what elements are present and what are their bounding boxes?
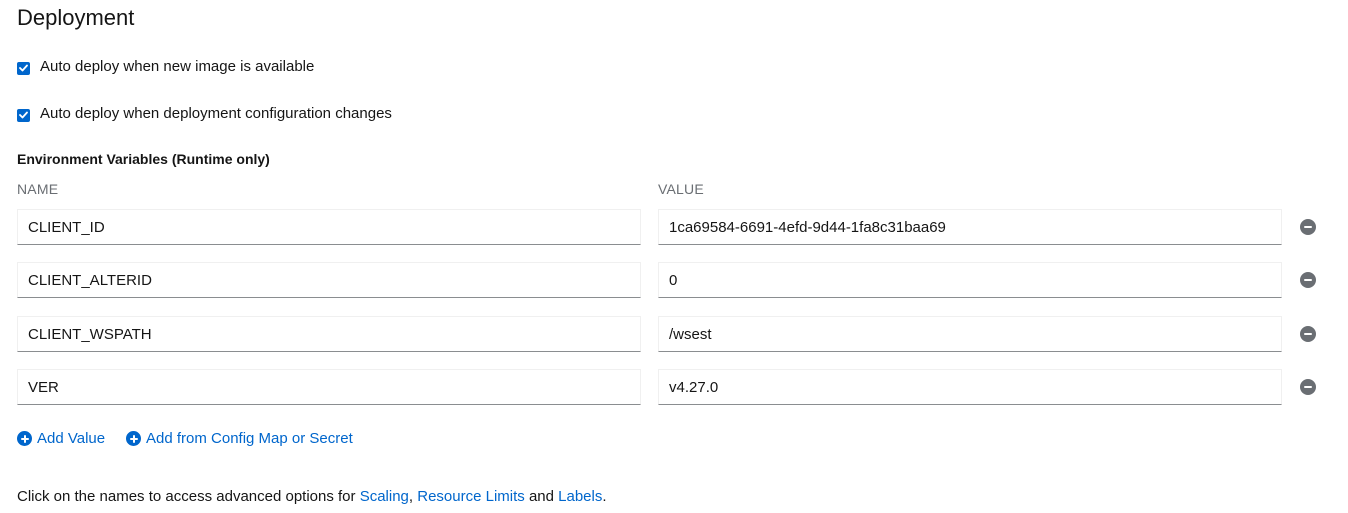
plus-circle-icon — [126, 431, 141, 446]
advanced-options-hint: Click on the names to access advanced op… — [17, 488, 607, 505]
env-value-input[interactable] — [658, 369, 1282, 405]
remove-env-button[interactable] — [1300, 379, 1316, 395]
scaling-link[interactable]: Scaling — [360, 488, 409, 505]
env-name-input[interactable] — [17, 209, 641, 245]
env-name-input[interactable] — [17, 369, 641, 405]
page-title: Deployment — [17, 5, 135, 30]
auto-deploy-config-label: Auto deploy when deployment configuratio… — [40, 104, 392, 122]
remove-env-button[interactable] — [1300, 326, 1316, 342]
remove-env-button[interactable] — [1300, 219, 1316, 235]
labels-link[interactable]: Labels — [558, 488, 602, 505]
resource-limits-link[interactable]: Resource Limits — [417, 488, 525, 505]
minus-circle-icon — [1304, 386, 1312, 388]
env-value-input[interactable] — [658, 209, 1282, 245]
add-from-config-map-button[interactable]: Add from Config Map or Secret — [126, 430, 353, 447]
auto-deploy-image-option[interactable]: Auto deploy when new image is available — [17, 54, 314, 78]
hint-comma: , — [408, 488, 414, 505]
remove-env-button[interactable] — [1300, 272, 1316, 288]
name-column-header: NAME — [17, 181, 59, 197]
check-icon — [19, 64, 28, 72]
auto-deploy-config-option[interactable]: Auto deploy when deployment configuratio… — [17, 101, 392, 125]
hint-suffix: . — [602, 488, 607, 505]
env-row — [17, 209, 1327, 245]
check-icon — [19, 111, 28, 119]
env-vars-title: Environment Variables (Runtime only) — [17, 151, 270, 167]
env-name-input[interactable] — [17, 316, 641, 352]
hint-prefix: Click on the names to access advanced op… — [17, 488, 360, 505]
env-name-input[interactable] — [17, 262, 641, 298]
env-row — [17, 316, 1327, 352]
env-value-input[interactable] — [658, 316, 1282, 352]
minus-circle-icon — [1304, 226, 1312, 228]
add-value-label: Add Value — [37, 430, 106, 447]
auto-deploy-image-checkbox[interactable] — [17, 61, 30, 75]
env-value-input[interactable] — [658, 262, 1282, 298]
minus-circle-icon — [1304, 333, 1312, 335]
minus-circle-icon — [1304, 279, 1312, 281]
env-row — [17, 262, 1327, 298]
add-value-button[interactable]: Add Value — [17, 430, 105, 447]
auto-deploy-config-checkbox[interactable] — [17, 108, 30, 122]
value-column-header: VALUE — [658, 181, 704, 197]
auto-deploy-image-label: Auto deploy when new image is available — [40, 57, 315, 75]
plus-circle-icon — [17, 431, 32, 446]
hint-and: and — [524, 488, 559, 505]
env-row — [17, 369, 1327, 405]
add-from-config-map-label: Add from Config Map or Secret — [146, 430, 353, 447]
